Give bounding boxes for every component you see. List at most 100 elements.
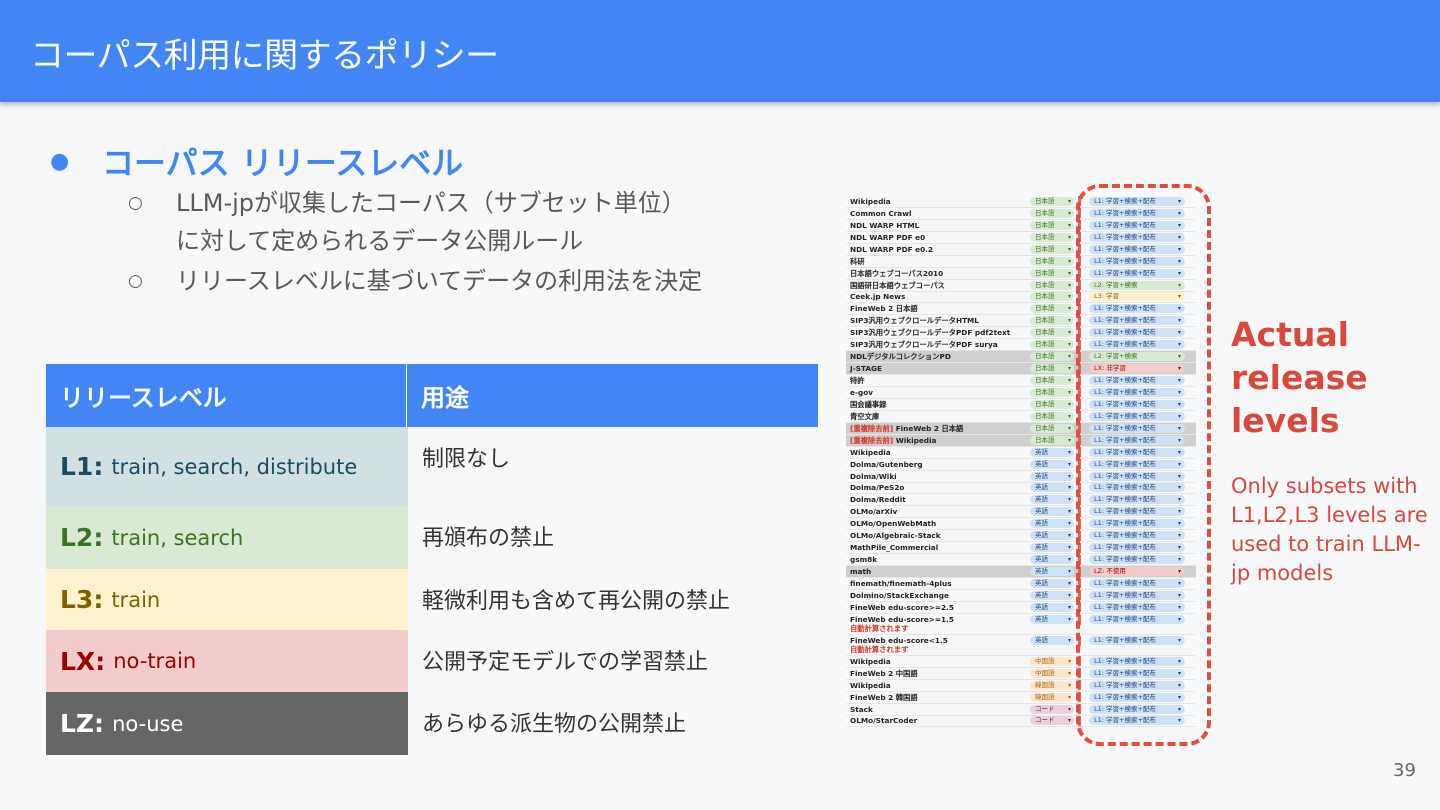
- callout-line-3: levels: [1231, 401, 1340, 440]
- level-desc: no-train: [113, 649, 197, 673]
- sheet-subset-name: 国会議事録: [846, 400, 1028, 409]
- sheet-subset-name: FineWeb 2 日本語: [846, 304, 1028, 313]
- level-desc: no-use: [112, 711, 184, 736]
- sheet-language-chip[interactable]: 英語: [1030, 495, 1074, 505]
- sheet-language-chip[interactable]: コード: [1030, 704, 1074, 714]
- level-desc: train: [111, 587, 161, 612]
- sheet-name-text: math: [850, 567, 872, 577]
- callout-line-1: Actual: [1231, 315, 1349, 354]
- sheet-language-chip[interactable]: 日本語: [1030, 244, 1074, 254]
- sheet-language-chip[interactable]: 英語: [1030, 590, 1074, 600]
- sheet-subset-name: finemath/finemath-4plus: [846, 579, 1028, 588]
- sheet-language-chip[interactable]: 日本語: [1030, 387, 1074, 397]
- sheet-name-text: FineWeb 2 韓国語: [850, 692, 918, 702]
- sheet-language-chip[interactable]: 中国語: [1030, 668, 1074, 678]
- sheet-name-text: NDLデジタルコレクションPD: [850, 352, 951, 362]
- sheet-name-text: Ceek.jp News: [850, 292, 906, 302]
- table-row: LX: no-train 公開予定モデルでの学習禁止: [46, 630, 818, 692]
- sheet-language-chip[interactable]: 英語: [1030, 635, 1074, 645]
- sheet-language-chip[interactable]: 日本語: [1030, 435, 1074, 445]
- sheet-language-chip[interactable]: 日本語: [1030, 364, 1074, 374]
- main-bullet-text: コーパス リリースレベル: [102, 144, 464, 182]
- sheet-subset-name: e-gov: [846, 388, 1028, 397]
- sheet-language-chip[interactable]: 英語: [1030, 507, 1074, 517]
- sheet-subset-name: FineWeb 2 中国語: [846, 669, 1028, 678]
- sheet-subset-name: math: [846, 567, 1028, 576]
- level-desc: train, search: [111, 525, 244, 550]
- sheet-language-chip[interactable]: 日本語: [1030, 232, 1074, 242]
- sheet-language-chip[interactable]: コード: [1030, 716, 1074, 726]
- sheet-language-chip[interactable]: 英語: [1030, 567, 1074, 577]
- sheet-subset-name: OLMo/OpenWebMath: [846, 519, 1028, 528]
- sheet-name-text: MathPile_Commercial: [850, 543, 939, 553]
- sheet-name-text: NDL WARP HTML: [850, 220, 920, 230]
- sheet-name-text: FineWeb 2 日本語: [850, 304, 918, 314]
- sheet-language-chip[interactable]: 日本語: [1030, 340, 1074, 350]
- sheet-name-text: Wikipedia: [850, 447, 891, 457]
- table-row: L3: train 軽微利用も含めて再公開の禁止: [46, 569, 818, 630]
- usage-cell: 公開予定モデルでの学習禁止: [422, 650, 709, 675]
- sheet-language-chip[interactable]: 日本語: [1030, 280, 1074, 290]
- table-header: リリースレベル 用途: [46, 364, 818, 427]
- sheet-language-chip[interactable]: 日本語: [1030, 292, 1074, 302]
- sheet-name-text: J-STAGE: [850, 364, 883, 374]
- sheet-language-chip[interactable]: 日本語: [1030, 328, 1074, 338]
- level-cell: L1: train, search, distribute: [46, 427, 408, 506]
- sheet-name-text: 青空文庫: [850, 411, 880, 421]
- sheet-language-chip[interactable]: 英語: [1030, 531, 1074, 541]
- sheet-language-chip[interactable]: 英語: [1030, 555, 1074, 565]
- sheet-language-chip[interactable]: 英語: [1030, 483, 1074, 493]
- sheet-language-chip[interactable]: 英語: [1030, 614, 1074, 624]
- sheet-language-chip[interactable]: 韓国語: [1030, 680, 1074, 690]
- level-code: L3:: [60, 585, 104, 614]
- sheet-language-chip[interactable]: 日本語: [1030, 256, 1074, 266]
- sheet-language-chip[interactable]: 日本語: [1030, 376, 1074, 386]
- sheet-subset-name: FineWeb 2 韓国語: [846, 693, 1028, 702]
- sheet-language-chip[interactable]: 英語: [1030, 447, 1074, 457]
- level-cell: LX: no-train: [46, 630, 408, 692]
- sheet-name-text: NDL WARP PDF e0.2: [850, 244, 934, 254]
- sheet-subset-name: OLMo/arXiv: [846, 507, 1028, 516]
- sheet-name-text: FineWeb edu-score<1.5: [850, 635, 948, 645]
- sheet-language-chip[interactable]: 日本語: [1030, 423, 1074, 433]
- sheet-name-text: OLMo/StarCoder: [850, 716, 918, 726]
- sheet-name-text: Dolma/Gutenberg: [850, 459, 923, 469]
- sheet-language-chip[interactable]: 中国語: [1030, 656, 1074, 666]
- sub-bullet-2: ○ リリースレベルに基づいてデータの利用法を決定: [128, 262, 702, 300]
- sheet-language-chip[interactable]: 韓国語: [1030, 692, 1074, 702]
- sheet-language-chip[interactable]: 日本語: [1030, 268, 1074, 278]
- header-release-level: リリースレベル: [46, 364, 407, 427]
- bullet-dot-icon: ●: [50, 148, 70, 174]
- sheet-language-chip[interactable]: 日本語: [1030, 411, 1074, 421]
- sheet-name-text: Dolma/PeS2o: [850, 483, 905, 493]
- sheet-name-text: 国会議事録: [850, 399, 887, 409]
- header-usage: 用途: [421, 384, 469, 412]
- sheet-name-text: OLMo/arXiv: [850, 507, 898, 517]
- sheet-subset-name: Ceek.jp News: [846, 292, 1028, 301]
- sheet-language-chip[interactable]: 日本語: [1030, 399, 1074, 409]
- sheet-subset-name: Dolma/Gutenberg: [846, 460, 1028, 469]
- sheet-subset-name: FineWeb edu-score>=2.5: [846, 603, 1028, 612]
- sheet-subset-name: SIP3汎用ウェブクロールデータPDF pdf2text: [846, 328, 1028, 337]
- sheet-language-chip[interactable]: 日本語: [1030, 220, 1074, 230]
- sheet-subset-name: FineWeb edu-score<1.5 自動計算されます: [846, 636, 1028, 654]
- sheet-name-text: OLMo/Algebraic-Stack: [850, 531, 941, 541]
- sheet-name-text: finemath/finemath-4plus: [850, 578, 952, 588]
- sheet-subset-name: gsm8k: [846, 555, 1028, 564]
- sheet-language-chip[interactable]: 日本語: [1030, 208, 1074, 218]
- sheet-language-chip[interactable]: 英語: [1030, 459, 1074, 469]
- sheet-language-chip[interactable]: 英語: [1030, 519, 1074, 529]
- sheet-language-chip[interactable]: 日本語: [1030, 196, 1074, 206]
- sheet-name-text: FineWeb edu-score>=1.5: [850, 614, 954, 624]
- sheet-subset-name: FineWeb edu-score>=1.5 自動計算されます: [846, 615, 1028, 633]
- sheet-language-chip[interactable]: 日本語: [1030, 352, 1074, 362]
- bullet-circle-icon: ○: [128, 193, 143, 213]
- sheet-name-text: Wikipedia: [893, 435, 937, 445]
- sheet-language-chip[interactable]: 英語: [1030, 578, 1074, 588]
- sheet-language-chip[interactable]: 英語: [1030, 543, 1074, 553]
- sheet-subset-name: 国語研日本語ウェブコーパス: [846, 281, 1028, 290]
- sheet-language-chip[interactable]: 英語: [1030, 471, 1074, 481]
- sheet-language-chip[interactable]: 日本語: [1030, 304, 1074, 314]
- sheet-language-chip[interactable]: 日本語: [1030, 316, 1074, 326]
- sheet-language-chip[interactable]: 英語: [1030, 602, 1074, 612]
